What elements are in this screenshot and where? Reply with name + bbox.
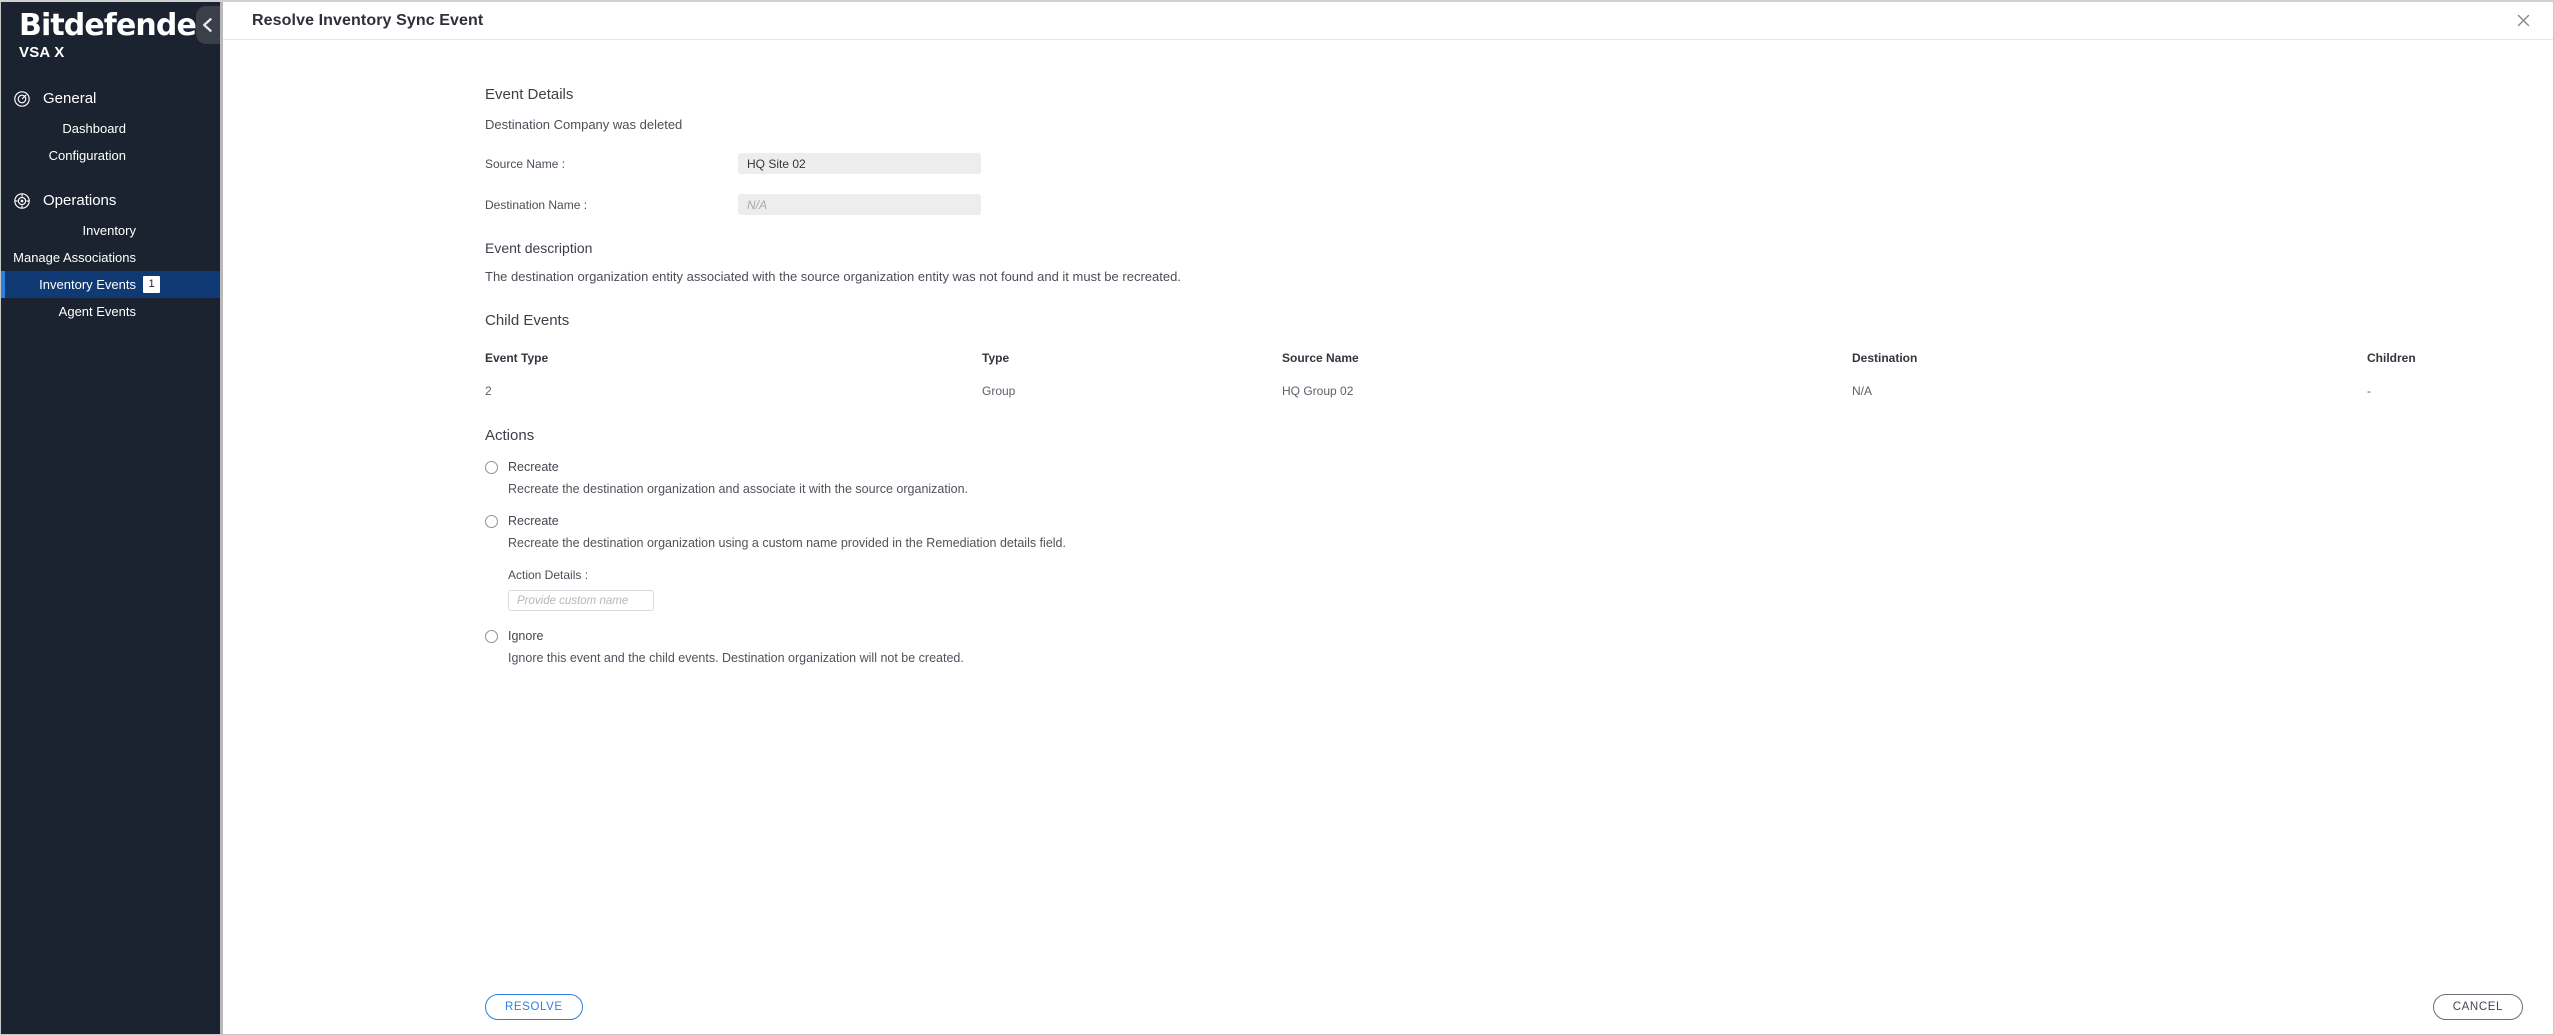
radio-recreate-custom[interactable]	[485, 514, 498, 528]
bitdefender-logo: Bitdefender®	[19, 10, 220, 42]
child-events-table: Event Type Type Source Name Destination …	[485, 351, 2523, 398]
column-header-source-name: Source Name	[1282, 351, 1359, 365]
cell-event-type: 2	[485, 384, 492, 398]
action-option-recreate-default: Recreate Recreate the destination organi…	[485, 460, 2553, 496]
cell-children: -	[2367, 384, 2371, 398]
sidebar-item-dashboard[interactable]: Dashboard	[1, 115, 220, 142]
sidebar-item-badge: 1	[143, 275, 160, 293]
sidebar-collapse-button[interactable]	[196, 6, 220, 44]
action-option-recreate-custom-head[interactable]: Recreate	[485, 514, 2553, 528]
target-circle-icon	[14, 90, 30, 107]
destination-name-row: Destination Name :	[485, 194, 2553, 215]
table-row[interactable]: 2 Group HQ Group 02 N/A -	[485, 384, 2523, 398]
cell-type: Group	[982, 384, 1016, 398]
table-header-row: Event Type Type Source Name Destination …	[485, 351, 2523, 384]
action-option-description: Ignore this event and the child events. …	[508, 651, 964, 665]
sidebar-item-label: Inventory	[82, 222, 136, 238]
sidebar-group-general[interactable]: General	[1, 83, 220, 115]
source-name-label: Source Name :	[485, 156, 566, 171]
sidebar-item-configuration[interactable]: Configuration	[1, 142, 220, 169]
action-option-ignore: Ignore Ignore this event and the child e…	[485, 629, 2553, 665]
radio-ignore[interactable]	[485, 629, 498, 643]
brand-name: Bitdefender	[19, 8, 211, 43]
event-details-heading: Event Details	[485, 86, 574, 103]
cell-source-name: HQ Group 02	[1282, 384, 1354, 398]
action-details-input[interactable]	[508, 590, 654, 611]
child-events-heading: Child Events	[485, 312, 570, 329]
product-name: VSA X	[19, 43, 65, 61]
sidebar-item-label: Agent Events	[58, 303, 136, 319]
dialog-body: Event Details Destination Company was de…	[223, 40, 2553, 1034]
main-panel: Resolve Inventory Sync Event Event Detai…	[220, 2, 2553, 1034]
action-option-label: Recreate	[508, 514, 559, 528]
brand-block: Bitdefender® VSA X	[1, 2, 220, 61]
table-body: 2 Group HQ Group 02 N/A -	[485, 384, 2523, 398]
dialog-header: Resolve Inventory Sync Event	[223, 2, 2553, 40]
column-header-children: Children	[2367, 351, 2416, 365]
sidebar-item-label: Configuration	[48, 147, 126, 163]
sidebar-item-agent-events[interactable]: Agent Events	[1, 298, 220, 325]
table-head: Event Type Type Source Name Destination …	[485, 351, 2523, 384]
sidebar-group-label: Operations	[43, 192, 117, 209]
action-option-label: Ignore	[508, 629, 544, 643]
action-details-block: Action Details :	[508, 568, 2553, 611]
page-title: Resolve Inventory Sync Event	[252, 11, 484, 29]
event-details-form: Source Name : Destination Name :	[485, 153, 2553, 215]
sidebar-item-label: Inventory Events	[39, 276, 136, 292]
sidebar-item-inventory[interactable]: Inventory	[1, 217, 220, 244]
event-description-heading: Event description	[485, 240, 593, 256]
action-details-label: Action Details :	[508, 568, 589, 582]
application-window: Bitdefender® VSA X General Dashboard	[0, 0, 2554, 1035]
action-option-description: Recreate the destination organization an…	[508, 482, 969, 496]
sidebar-item-inventory-events[interactable]: Inventory Events 1	[1, 270, 220, 298]
actions-heading: Actions	[485, 427, 535, 444]
source-name-input[interactable]	[738, 153, 981, 174]
chevron-left-icon	[202, 18, 212, 32]
sidebar-group-operations[interactable]: Operations	[1, 185, 220, 217]
column-header-destination: Destination	[1852, 351, 1918, 365]
event-summary-text: Destination Company was deleted	[485, 117, 683, 132]
source-name-row: Source Name :	[485, 153, 2553, 174]
column-header-type: Type	[982, 351, 1010, 365]
sidebar-item-label: Dashboard	[62, 120, 126, 136]
cell-destination: N/A	[1852, 384, 1873, 398]
action-option-recreate-custom: Recreate Recreate the destination organi…	[485, 514, 2553, 550]
action-option-recreate-default-head[interactable]: Recreate	[485, 460, 2553, 474]
sidebar: Bitdefender® VSA X General Dashboard	[1, 2, 220, 1034]
dialog-footer: RESOLVE CANCEL	[223, 987, 2553, 1027]
action-option-ignore-head[interactable]: Ignore	[485, 629, 2553, 643]
cancel-button[interactable]: CANCEL	[2432, 994, 2523, 1020]
radio-recreate-default[interactable]	[485, 460, 498, 474]
resolve-button[interactable]: RESOLVE	[485, 994, 583, 1020]
sidebar-item-manage-associations[interactable]: Manage Associations	[1, 244, 220, 271]
destination-name-label: Destination Name :	[485, 197, 588, 212]
action-option-description: Recreate the destination organization us…	[508, 536, 1066, 550]
close-dialog-button[interactable]	[2510, 8, 2536, 34]
event-description-text: The destination organization entity asso…	[485, 269, 1181, 284]
column-header-event-type: Event Type	[485, 351, 549, 365]
action-option-label: Recreate	[508, 460, 559, 474]
sidebar-group-label: General	[43, 90, 97, 107]
destination-name-input[interactable]	[738, 194, 981, 215]
sidebar-item-label: Manage Associations	[13, 249, 136, 265]
gear-target-icon	[14, 192, 30, 209]
close-icon	[2517, 14, 2529, 27]
sidebar-nav: General Dashboard Configuration Operatio…	[1, 83, 220, 325]
